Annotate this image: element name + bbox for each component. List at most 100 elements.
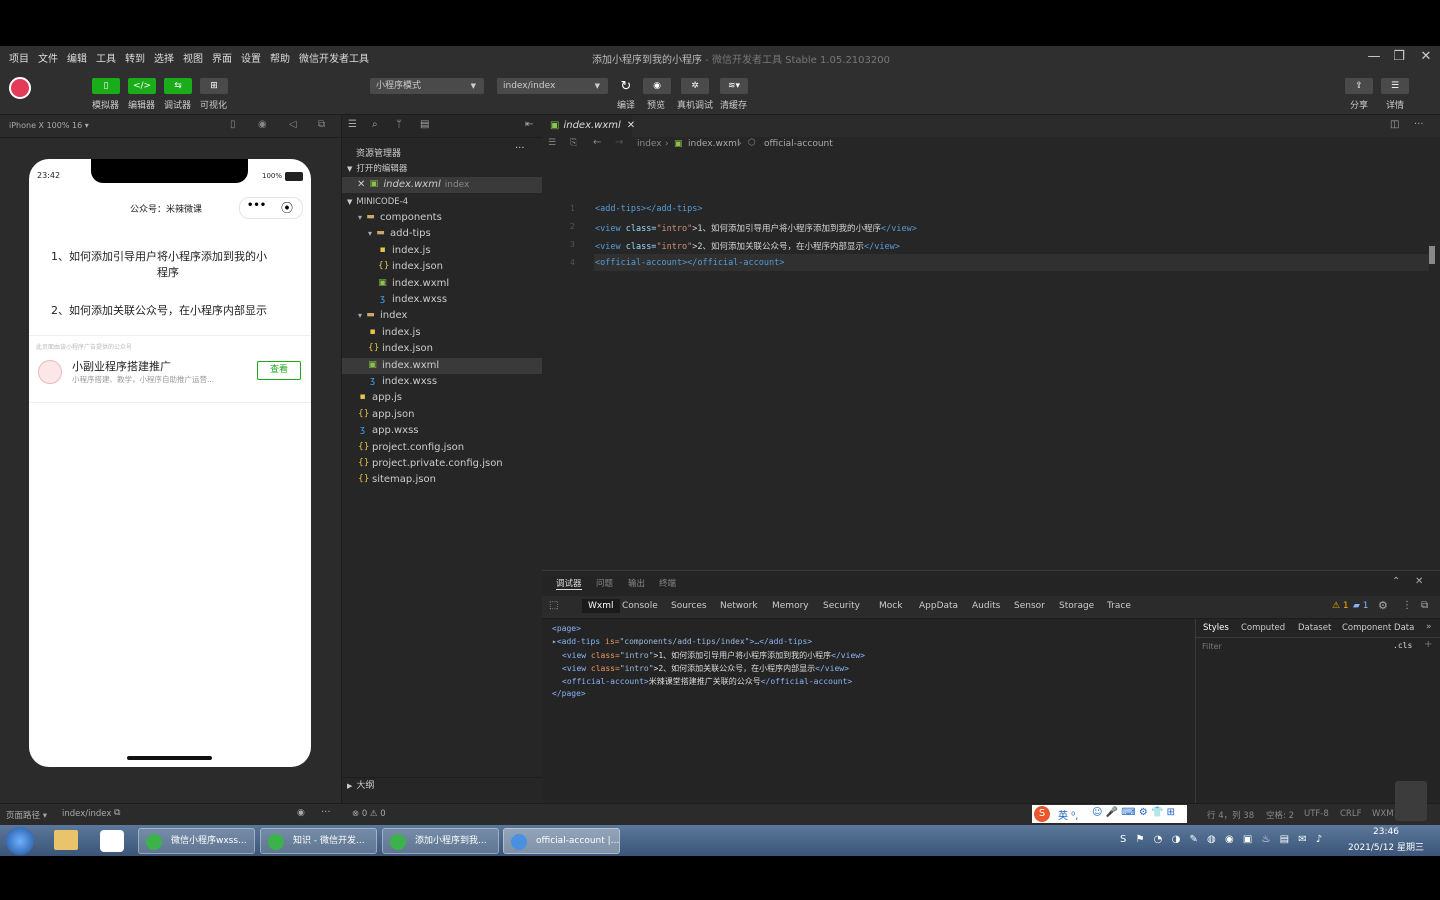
sogou-icon[interactable]: S <box>1034 806 1050 822</box>
file-item[interactable]: ʒ app.wxss <box>342 423 542 439</box>
task-item[interactable]: 微信小程序wxss... <box>138 828 255 854</box>
clock-time[interactable]: 23:46 <box>1373 827 1399 837</box>
start-button[interactable] <box>6 827 34 855</box>
open-editors-section[interactable]: ▼ 打开的编辑器 <box>342 161 542 177</box>
split-editor-icon[interactable]: ◫ <box>1390 119 1399 130</box>
file-item[interactable]: {} sitemap.json <box>342 472 542 488</box>
file-item[interactable]: ▪ index.js <box>342 325 542 341</box>
menu-item[interactable]: 选择 <box>154 50 174 65</box>
file-item[interactable]: {} index.json <box>342 259 542 275</box>
scrollbar[interactable] <box>1429 246 1435 264</box>
chevron-right-icon[interactable]: » <box>1426 622 1432 632</box>
forward-icon[interactable]: → <box>615 137 623 148</box>
style-tab[interactable]: Component Data <box>1342 623 1414 633</box>
problems-count[interactable]: ⊗ 0 ⚠ 0 <box>352 809 386 819</box>
more-vertical-icon[interactable]: ⋮ <box>1402 600 1412 611</box>
devtools-tab[interactable]: Memory <box>772 601 809 611</box>
bookmark-icon[interactable]: ⎘ <box>570 138 577 148</box>
debugger-button[interactable]: ⇆ <box>164 78 192 94</box>
language-mode[interactable]: WXM <box>1372 809 1394 819</box>
menu-item[interactable]: 界面 <box>212 50 232 65</box>
undock-icon[interactable]: ⧉ <box>1421 600 1428 611</box>
ime-tools-icon[interactable]: ☺ 🎤 ⌨ ⚙ 👕 ⊞ <box>1092 807 1175 818</box>
dom-node-view[interactable]: <view class="intro">1、如何添加引导用户将小程序添加到我的小… <box>562 650 865 661</box>
folder-item[interactable]: ▾ ▬ add-tips <box>342 226 542 242</box>
more-icon[interactable]: ··· <box>1414 119 1424 130</box>
device-select[interactable]: iPhone X 100% 16 ▾ <box>9 121 89 130</box>
file-item[interactable]: ▣ index.wxml <box>342 357 542 374</box>
code-line[interactable]: <official-account></official-account> <box>595 258 784 268</box>
task-item-active[interactable]: official-account |... <box>503 828 620 854</box>
dom-node-view[interactable]: <view class="intro">2、如何添加关联公众号，在小程序内部显示… <box>562 663 849 674</box>
explorer-icon[interactable] <box>54 830 78 850</box>
warning-count[interactable]: ⚠ 1 <box>1332 601 1349 611</box>
page-path-label[interactable]: 页面路径 ▾ <box>6 809 47 821</box>
menu-item[interactable]: 视图 <box>183 50 203 65</box>
file-item[interactable]: {} project.private.config.json <box>342 456 542 472</box>
collapse-panel-icon[interactable]: ⇤ <box>525 119 533 130</box>
devtools-tab[interactable]: Storage <box>1059 601 1094 611</box>
indent-setting[interactable]: 空格: 2 <box>1266 809 1294 821</box>
dom-node-page-close[interactable]: </page> <box>552 689 586 698</box>
cursor-position[interactable]: 行 4，列 38 <box>1207 809 1254 821</box>
close-icon[interactable]: ✕ <box>1415 576 1423 587</box>
file-item[interactable]: ʒ index.wxss <box>342 374 542 390</box>
file-item[interactable]: ▪ index.js <box>342 243 542 259</box>
list-icon[interactable]: ☰ <box>548 138 556 148</box>
folder-item[interactable]: ▾ ▬ components <box>342 210 542 226</box>
back-icon[interactable]: ← <box>593 137 601 148</box>
detail-button[interactable]: ☰ <box>1381 78 1409 94</box>
menu-item[interactable]: 帮助 <box>270 50 290 65</box>
file-item[interactable]: ▪ app.js <box>342 390 542 406</box>
simulator-button[interactable]: ▯ <box>92 78 120 94</box>
popout-icon[interactable]: ⧉ <box>318 119 325 130</box>
maximize-icon[interactable]: ❐ <box>1389 49 1409 65</box>
file-item[interactable]: {} app.json <box>342 407 542 423</box>
outline-section[interactable]: ▶ 大纲 <box>342 777 542 796</box>
code-line[interactable]: <view class="intro">2、如何添加关联公众号，在小程序内部显示… <box>595 240 900 252</box>
task-item[interactable]: 知识 - 微信开发... <box>260 828 377 854</box>
breadcrumb-file[interactable]: index.wxml <box>688 139 739 149</box>
minimize-icon[interactable]: — <box>1364 49 1384 65</box>
gear-icon[interactable]: ⚙ <box>1378 599 1388 612</box>
page-select[interactable]: index/index ▼ <box>497 78 608 94</box>
clear-cache-button[interactable]: ≋▾ <box>720 78 748 94</box>
record-icon[interactable]: ◉ <box>258 119 267 130</box>
real-debug-button[interactable]: ✲ <box>681 78 709 94</box>
close-icon[interactable]: ✕ <box>627 120 635 131</box>
extension-icon[interactable]: ▤ <box>420 119 429 130</box>
code-line[interactable]: <view class="intro">1、如何添加引导用户将小程序添加到我的小… <box>595 222 917 234</box>
close-icon[interactable]: ✕ <box>357 179 365 190</box>
branch-icon[interactable]: ᛘ <box>396 119 402 130</box>
menu-item[interactable]: 微信开发者工具 <box>299 50 369 65</box>
visual-button[interactable]: ⊞ <box>200 78 228 94</box>
menu-item[interactable]: 工具 <box>96 50 116 65</box>
cls-button[interactable]: .cls <box>1393 641 1412 650</box>
breadcrumb-element[interactable]: official-account <box>764 139 833 149</box>
more-icon[interactable]: ··· <box>321 807 331 818</box>
volume-icon[interactable]: ◁ <box>289 119 297 130</box>
file-item[interactable]: {} index.json <box>342 341 542 357</box>
file-item[interactable]: ʒ index.wxss <box>342 292 542 308</box>
devtools-tab[interactable]: Sensor <box>1014 601 1045 611</box>
dom-node-official-account[interactable]: <official-account>米辣课堂搭建推广关联的公众号</offici… <box>562 676 852 687</box>
avatar[interactable] <box>9 77 31 99</box>
line-ending[interactable]: CRLF <box>1340 809 1361 819</box>
close-circle-icon[interactable]: ⦿ <box>281 199 293 216</box>
code-line[interactable]: <add-tips></add-tips> <box>595 204 702 214</box>
compile-button[interactable]: ↻ <box>612 78 640 94</box>
clock-date[interactable]: 2021/5/12 星期三 <box>1348 840 1424 853</box>
open-editor-item[interactable]: ✕ ▣ index.wxml index <box>342 177 542 193</box>
panel-tab[interactable]: 问题 <box>596 577 613 589</box>
copy-icon[interactable]: ⧉ <box>114 808 120 818</box>
devtools-tab[interactable]: Wxml <box>582 599 620 613</box>
info-count[interactable]: ▰ 1 <box>1353 601 1369 611</box>
inspect-icon[interactable]: ⬚ <box>549 600 558 611</box>
panel-tab[interactable]: 输出 <box>628 577 645 589</box>
search-icon[interactable]: ⌕ <box>372 119 378 130</box>
filter-input[interactable]: Filter <box>1202 642 1222 651</box>
list-icon[interactable]: ☰ <box>348 119 357 130</box>
more-icon[interactable]: ··· <box>515 143 525 154</box>
file-item[interactable]: {} project.config.json <box>342 440 542 456</box>
eye-icon[interactable]: ◉ <box>297 808 305 818</box>
